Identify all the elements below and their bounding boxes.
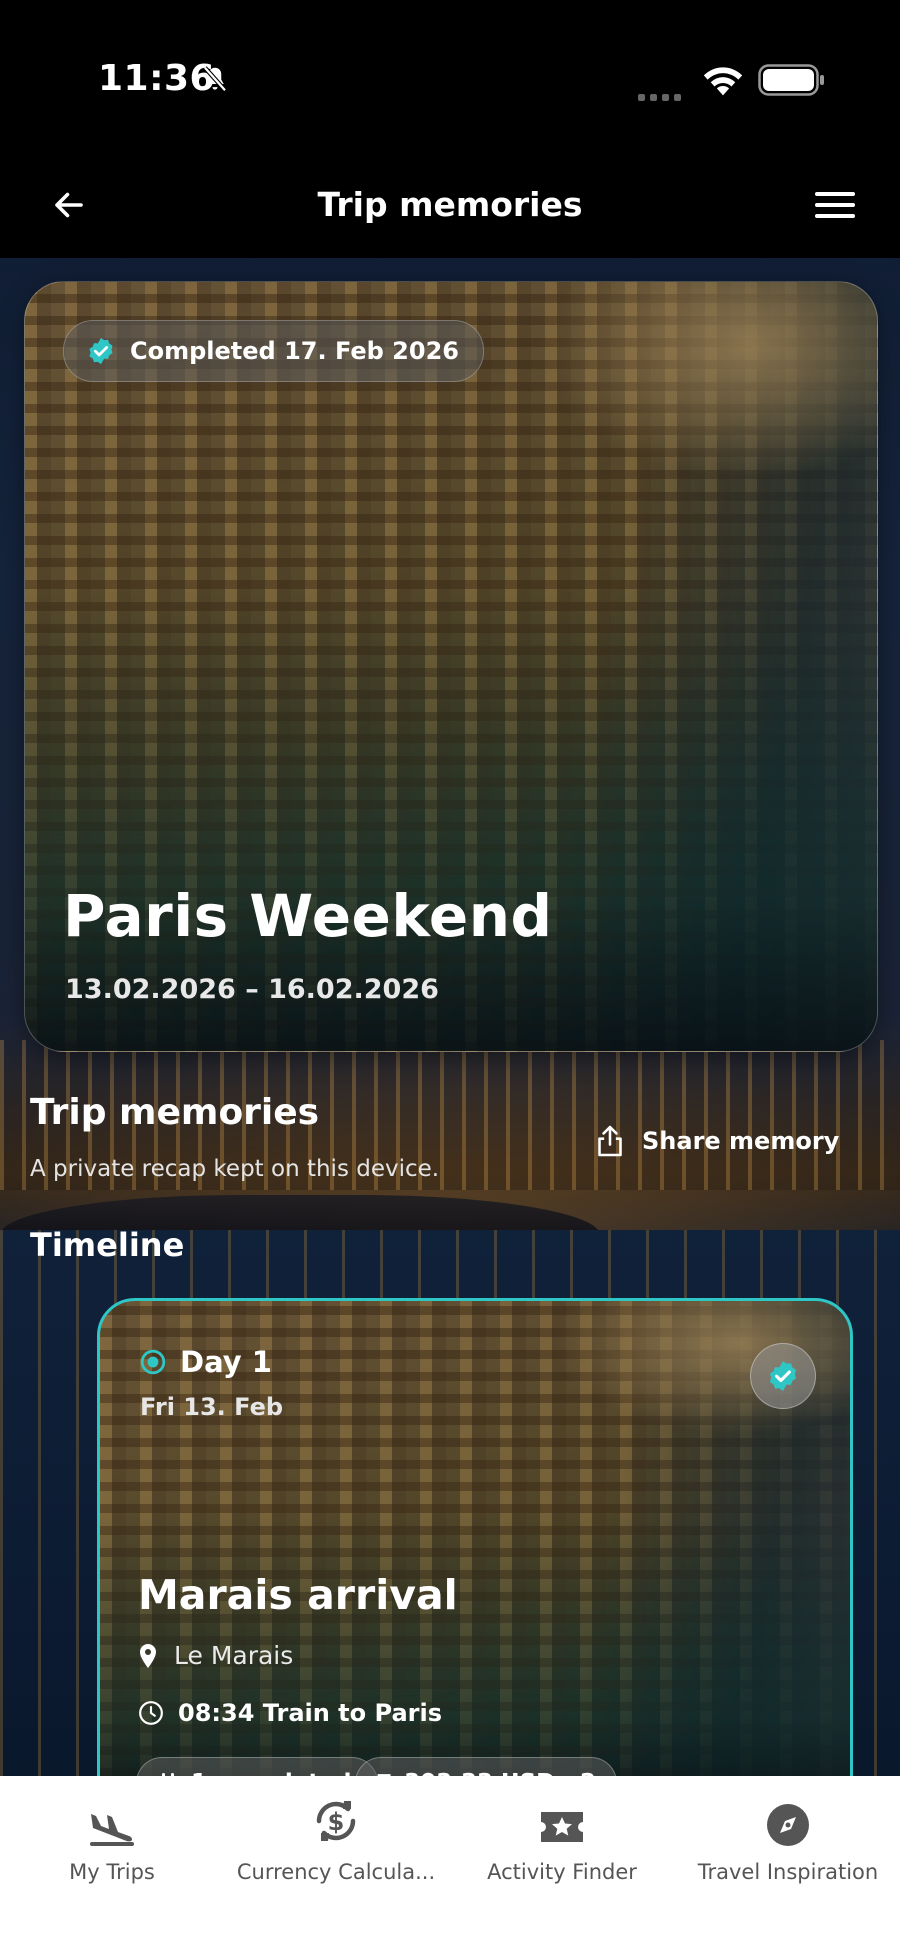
battery-icon	[758, 64, 824, 96]
day-label: Day 1	[180, 1345, 272, 1379]
share-icon	[598, 1125, 622, 1157]
day-card[interactable]: Day 1 Fri 13. Feb Marais arrival Le Mara…	[97, 1298, 853, 1824]
menu-button[interactable]	[808, 180, 862, 230]
radio-dot-icon	[140, 1349, 166, 1375]
trip-dates: 13.02.2026 – 16.02.2026	[65, 974, 439, 1005]
tab-my-trips-label: My Trips	[69, 1860, 155, 1884]
hamburger-menu-icon	[815, 192, 855, 218]
day-location: Le Marais	[138, 1641, 293, 1670]
tab-my-trips[interactable]: My Trips	[30, 1776, 194, 1896]
currency-exchange-icon: $	[316, 1801, 356, 1841]
tab-travel-inspiration[interactable]: Travel Inspiration	[692, 1776, 884, 1896]
plane-landing-icon	[90, 1814, 134, 1846]
cellular-signal-icon	[638, 86, 688, 101]
tab-currency-calculator-label: Currency Calcula...	[236, 1860, 436, 1884]
day-time-entry: 08:34 Train to Paris	[138, 1699, 442, 1727]
clock-icon	[139, 1701, 163, 1725]
memories-section-title: Trip memories	[30, 1092, 320, 1133]
completed-badge-label: Completed 17. Feb 2026	[130, 337, 459, 365]
trip-title: Paris Weekend	[63, 882, 553, 950]
bell-muted-icon	[203, 66, 227, 92]
verified-check-icon	[769, 1361, 797, 1391]
trip-hero-card: Completed 17. Feb 2026 Paris Weekend 13.…	[24, 281, 878, 1052]
day-complete-toggle[interactable]	[750, 1343, 816, 1409]
page-title: Trip memories	[317, 185, 583, 224]
status-time: 11:36	[98, 58, 216, 99]
verified-check-icon	[89, 337, 113, 365]
tab-activity-finder[interactable]: Activity Finder	[474, 1776, 650, 1896]
day-time-label: 08:34 Train to Paris	[178, 1699, 442, 1727]
tab-activity-finder-label: Activity Finder	[487, 1860, 637, 1884]
day-location-label: Le Marais	[174, 1641, 294, 1670]
day-date: Fri 13. Feb	[140, 1393, 284, 1421]
status-bar: 11:36	[0, 0, 900, 160]
location-pin-icon	[140, 1643, 156, 1668]
svg-text:$: $	[328, 1808, 345, 1836]
ticket-star-icon	[541, 1812, 583, 1842]
completed-badge: Completed 17. Feb 2026	[63, 320, 484, 382]
tab-currency-calculator[interactable]: $ Currency Calcula...	[225, 1776, 447, 1896]
bottom-tab-bar: My Trips $ Currency Calcula... Activity …	[0, 1776, 900, 1954]
tab-travel-inspiration-label: Travel Inspiration	[697, 1860, 879, 1884]
navigation-bar: Trip memories	[0, 160, 900, 258]
share-memory-label: Share memory	[642, 1127, 840, 1155]
wifi-icon	[703, 67, 743, 96]
share-memory-button[interactable]: Share memory	[596, 1116, 839, 1166]
compass-icon	[767, 1804, 809, 1846]
timeline-title: Timeline	[30, 1226, 185, 1264]
day-title: Marais arrival	[138, 1571, 458, 1619]
day-label-row: Day 1	[140, 1345, 272, 1379]
memories-section-subtitle: A private recap kept on this device.	[30, 1156, 440, 1182]
